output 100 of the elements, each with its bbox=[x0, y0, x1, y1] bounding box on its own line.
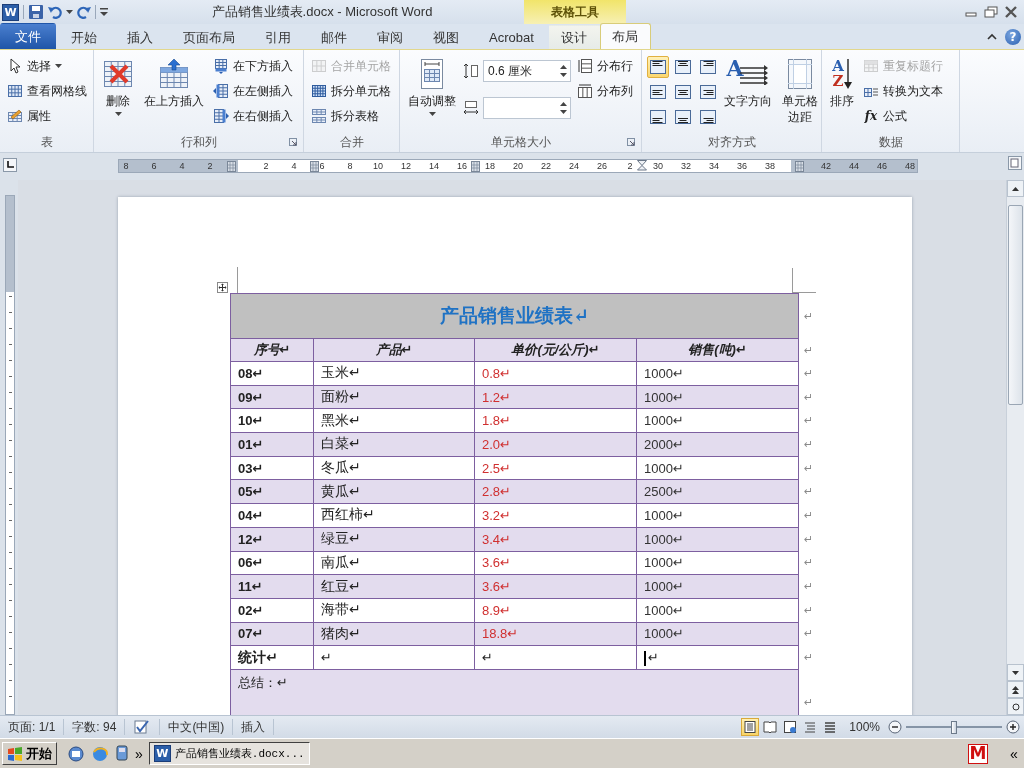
ribbon-tab[interactable]: 开始 bbox=[56, 25, 112, 49]
table-cell: 2.8↵ bbox=[474, 479, 637, 504]
ribbon-button[interactable]: 在左侧插入 bbox=[211, 79, 295, 103]
align-icon bbox=[675, 85, 691, 99]
table-cell: 西红柿↵ bbox=[313, 503, 475, 528]
previous-page-button[interactable] bbox=[1007, 681, 1024, 698]
scroll-down-button[interactable] bbox=[1007, 664, 1024, 681]
ruler-number: 16 bbox=[457, 161, 467, 171]
ribbon-tab[interactable]: 设计 bbox=[548, 25, 600, 49]
scrollbar-thumb[interactable] bbox=[1008, 205, 1023, 405]
browse-object-button[interactable] bbox=[1007, 698, 1024, 715]
table-cell: 2.0↵ bbox=[474, 432, 637, 457]
ribbon-tab[interactable]: 文件 bbox=[0, 23, 56, 49]
ribbon-button[interactable]: 分布列 bbox=[575, 79, 635, 103]
ribbon-button[interactable]: 在上方插入 bbox=[141, 54, 207, 132]
column-header: 单价(元/公斤)↵ bbox=[474, 338, 637, 362]
tab-selector[interactable] bbox=[3, 158, 17, 172]
ribbon-button[interactable]: 在下方插入 bbox=[211, 54, 295, 78]
ribbon-tab[interactable]: 插入 bbox=[112, 25, 168, 49]
ribbon-button[interactable]: 单元格边距 bbox=[777, 54, 823, 132]
zoom-level[interactable]: 100% bbox=[849, 720, 880, 734]
ribbon-button[interactable]: 删除 bbox=[99, 54, 137, 132]
taskbar-button[interactable]: W 产品销售业绩表.docx... bbox=[148, 742, 310, 765]
view-button[interactable] bbox=[741, 718, 760, 736]
scroll-up-button[interactable] bbox=[1007, 180, 1024, 197]
table-cell: 南瓜↵ bbox=[313, 551, 475, 575]
zoom-in-icon[interactable] bbox=[1006, 720, 1020, 734]
move-handle-icon[interactable] bbox=[217, 282, 228, 293]
table-cell: 1000↵ bbox=[636, 574, 799, 599]
size-field[interactable]: 0.6 厘米 bbox=[483, 60, 571, 82]
proofing-icon[interactable] bbox=[133, 720, 152, 734]
ruler-number: 44 bbox=[849, 161, 859, 171]
ribbon-tab[interactable]: 布局 bbox=[599, 23, 651, 49]
size-field[interactable] bbox=[483, 97, 571, 119]
table-cell: 1000↵ bbox=[636, 503, 799, 528]
view-button[interactable] bbox=[761, 718, 780, 736]
table-split-icon bbox=[311, 108, 327, 124]
ribbon-button[interactable]: A 文字方向 bbox=[721, 54, 775, 132]
redo-icon[interactable] bbox=[77, 5, 91, 19]
ribbon-tab[interactable]: 视图 bbox=[418, 25, 474, 49]
ruler-number: 4 bbox=[291, 161, 297, 171]
ruler-number: 36 bbox=[737, 161, 747, 171]
ribbon-tab[interactable]: 引用 bbox=[250, 25, 306, 49]
table-cell: 猪肉↵ bbox=[313, 622, 475, 646]
double-up-arrow-icon bbox=[1012, 685, 1019, 694]
column-marker-icon bbox=[227, 161, 236, 172]
table-cell: 1000↵ bbox=[636, 408, 799, 433]
paragraph-mark: ↵ bbox=[798, 408, 826, 433]
ribbon-button[interactable]: 自动调整 bbox=[405, 54, 459, 132]
ribbon-tab[interactable]: 审阅 bbox=[362, 25, 418, 49]
align-button[interactable] bbox=[647, 56, 669, 78]
table-cell: 3.2↵ bbox=[474, 503, 637, 528]
ribbon-button[interactable]: 转换为文本 bbox=[861, 79, 945, 103]
group-label: 表 bbox=[40, 133, 53, 151]
restore-icon[interactable] bbox=[984, 6, 998, 18]
ribbon-button[interactable]: 在右侧插入 bbox=[211, 104, 295, 128]
paragraph-mark: ↵ bbox=[798, 503, 826, 528]
ruler-number: 18 bbox=[485, 161, 495, 171]
table-cell: 8.9↵ bbox=[474, 598, 637, 623]
ruler-toggle-icon[interactable] bbox=[1008, 156, 1022, 170]
launcher-icon[interactable] bbox=[627, 138, 635, 146]
table-pencil-icon bbox=[7, 108, 23, 124]
table-cell: 09↵ bbox=[230, 385, 314, 409]
column-marker-icon bbox=[471, 161, 480, 172]
ribbon-button[interactable]: 分布行 bbox=[575, 54, 635, 78]
ribbon-tab[interactable]: 邮件 bbox=[306, 25, 362, 49]
word-logo-icon: W bbox=[153, 745, 171, 762]
distribute-columns-icon bbox=[577, 83, 593, 99]
tray-app-icon[interactable]: M bbox=[968, 743, 988, 764]
paragraph-mark: ↵ bbox=[798, 479, 826, 504]
start-button[interactable]: 开始 bbox=[2, 742, 57, 765]
ribbon-button[interactable]: 拆分表格 bbox=[309, 104, 393, 128]
customize-icon[interactable] bbox=[100, 7, 108, 17]
save-icon[interactable] bbox=[28, 4, 44, 20]
ribbon-button[interactable]: 查看网格线 bbox=[5, 79, 89, 103]
table-cell: 统计↵ bbox=[230, 645, 314, 670]
table-cell: 白菜↵ bbox=[313, 432, 475, 457]
ribbon-button[interactable]: 属性 bbox=[5, 104, 89, 128]
ribbon-button[interactable]: 选择 bbox=[5, 54, 89, 78]
zoom-out-icon[interactable] bbox=[888, 720, 902, 734]
table-cell: 0.8↵ bbox=[474, 361, 637, 386]
tray-toggle-button[interactable]: « bbox=[1006, 745, 1022, 762]
table-arrow-icon bbox=[158, 58, 190, 90]
slider-thumb[interactable] bbox=[951, 720, 957, 734]
table-delete-icon bbox=[102, 58, 134, 90]
more-button[interactable]: » bbox=[135, 745, 143, 762]
ribbon-tab[interactable]: Acrobat bbox=[474, 25, 549, 49]
ribbon-button[interactable]: fx 公式 bbox=[861, 104, 945, 128]
ribbon-button[interactable]: 拆分单元格 bbox=[309, 79, 393, 103]
ribbon-button[interactable]: A Z 排序 bbox=[827, 54, 857, 132]
media-icon[interactable] bbox=[115, 744, 129, 763]
ruler-number: 20 bbox=[513, 161, 523, 171]
launcher-icon[interactable] bbox=[289, 138, 297, 146]
collapse-icon[interactable] bbox=[987, 33, 997, 40]
table-cell: 1.8↵ bbox=[474, 408, 637, 433]
undo-icon[interactable] bbox=[48, 5, 62, 19]
close-icon[interactable] bbox=[1004, 6, 1018, 18]
table-cell: 冬瓜↵ bbox=[313, 456, 475, 480]
table-row-icon bbox=[213, 58, 229, 74]
ribbon-tab[interactable]: 页面布局 bbox=[168, 25, 250, 49]
